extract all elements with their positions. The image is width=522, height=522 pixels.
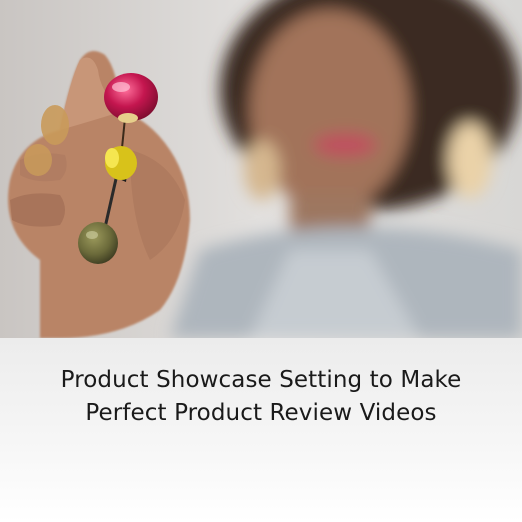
caption-line-1: Product Showcase Setting to Make xyxy=(60,367,462,393)
product-photo xyxy=(0,0,522,338)
photo-illustration xyxy=(0,0,522,338)
product-card: Product Showcase Setting to Make Perfect… xyxy=(0,0,522,522)
caption-line-2: Perfect Product Review Videos xyxy=(85,400,437,426)
product-caption: Product Showcase Setting to Make Perfect… xyxy=(0,364,522,430)
